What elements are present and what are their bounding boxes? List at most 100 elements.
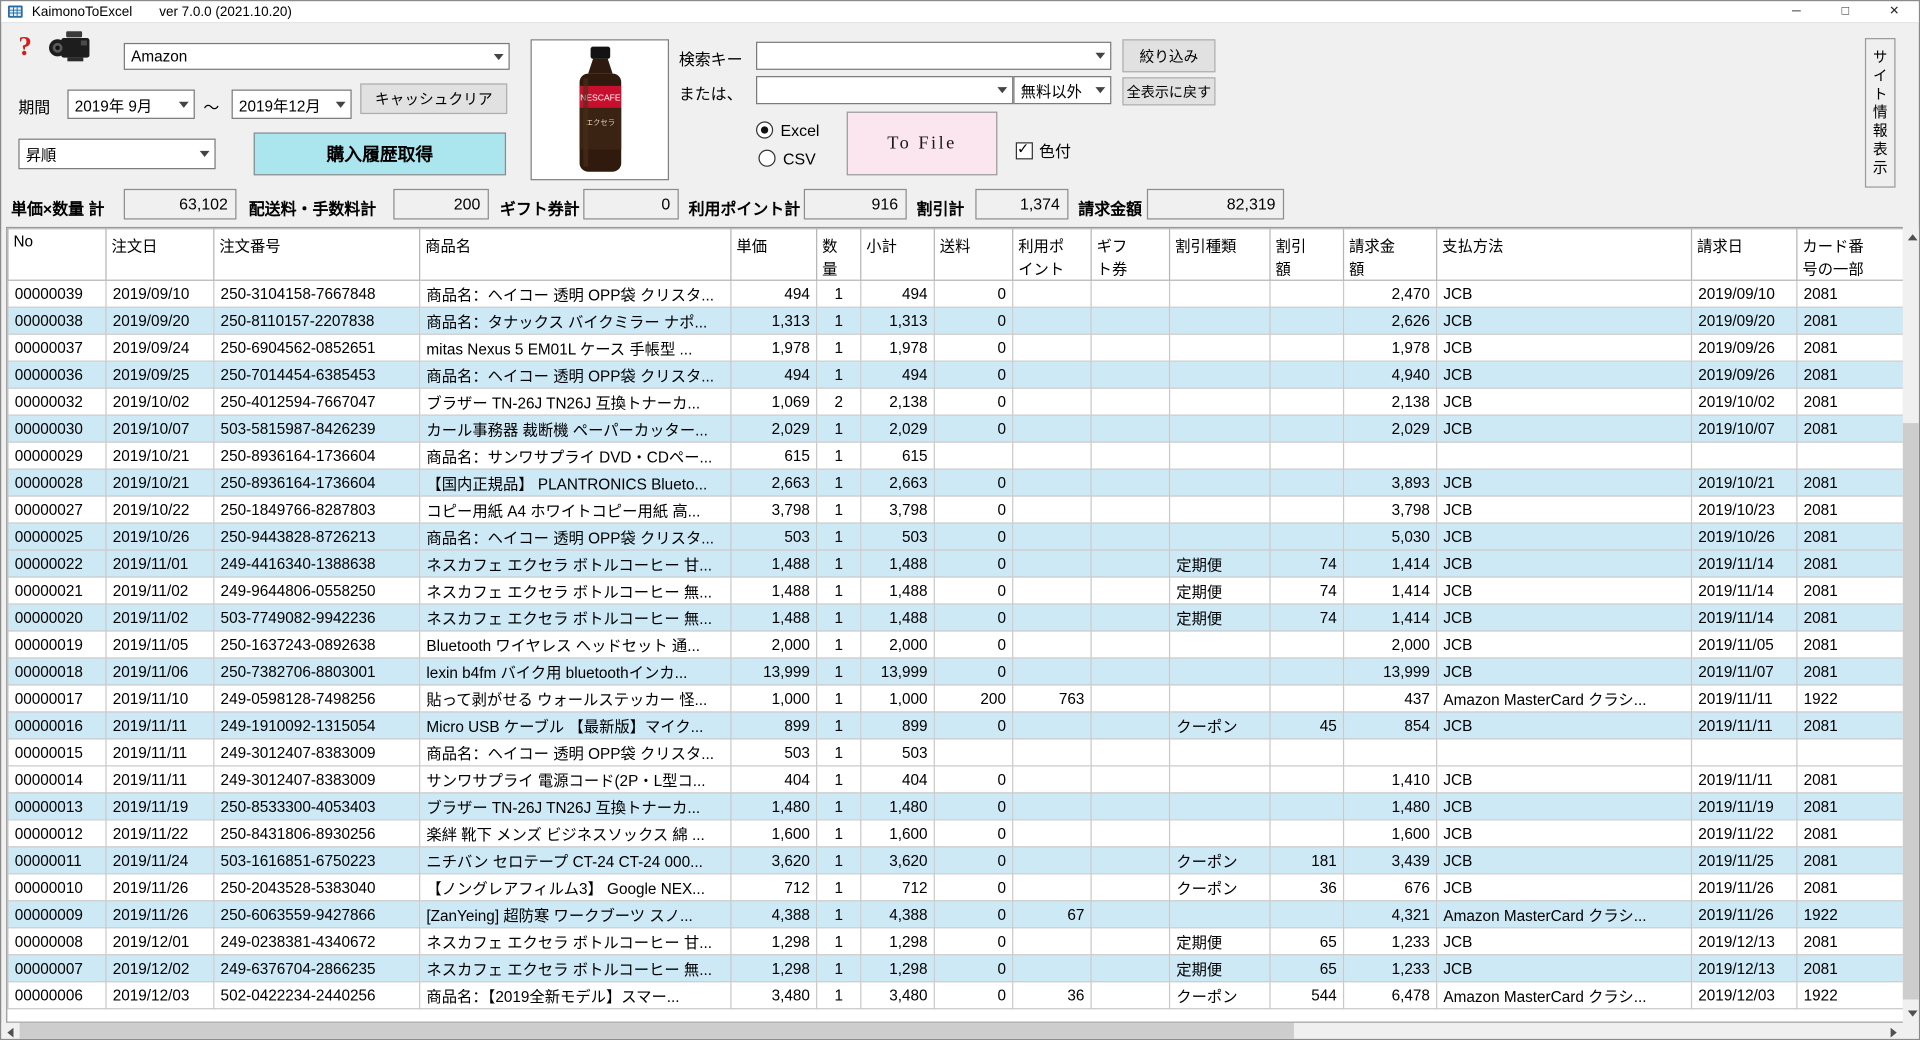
table-row[interactable]: 000000222019/11/01249-4416340-1388638ネスカ… [8,550,1903,577]
table-row[interactable]: 000000112019/11/24503-1616851-6750223ニチバ… [8,847,1903,874]
table-cell: JCB [1437,550,1692,577]
horizontal-scroll-thumb[interactable] [20,1023,1294,1040]
table-row[interactable]: 000000082019/12/01249-0238381-4340672ネスカ… [8,928,1903,955]
column-header[interactable]: 商品名 [420,229,731,281]
table-row[interactable]: 000000272019/10/22250-1849766-8287803コピー… [8,496,1903,523]
colorize-checkbox[interactable]: 色付 [1016,139,1071,164]
show-all-button[interactable]: 全表示に戻す [1122,77,1215,105]
table-row[interactable]: 000000362019/09/25250-7014454-6385453商品名… [8,361,1903,388]
column-header[interactable]: 請求金 額 [1344,229,1437,281]
table-cell: 2019/09/20 [1692,307,1797,334]
table-cell: JCB [1437,334,1692,361]
horizontal-scrollbar[interactable] [1,1023,1903,1040]
sort-order-select[interactable]: 昇順 [18,139,215,170]
table-cell: 1,000 [731,685,817,712]
or-search-input[interactable] [756,76,1013,104]
table-cell: 250-3104158-7667848 [214,280,420,307]
search-key-input[interactable] [756,42,1111,70]
table-row[interactable]: 000000132019/11/19250-8533300-4053403ブラザ… [8,793,1903,820]
column-header[interactable]: ギフ ト券 [1091,229,1169,281]
table-row[interactable]: 000000392019/09/10250-3104158-7667848商品名… [8,280,1903,307]
table-row[interactable]: 000000382019/09/20250-8110157-2207838商品名… [8,307,1903,334]
table-row[interactable]: 000000192019/11/05250-1637243-0892638Blu… [8,631,1903,658]
table-row[interactable]: 000000322019/10/02250-4012594-7667047ブラザ… [8,388,1903,415]
cache-clear-button[interactable]: キャッシュクリア [360,83,507,114]
table-cell: 1,488 [861,604,935,631]
free-filter-select[interactable]: 無料以外 [1013,76,1111,104]
csv-radio[interactable]: CSV [758,148,815,170]
fetch-history-button[interactable]: 購入履歴取得 [254,132,506,175]
column-header[interactable]: 注文日 [106,229,214,281]
table-cell [1013,820,1091,847]
table-cell: 1 [817,658,861,685]
table-row[interactable]: 000000142019/11/11249-3012407-8383009サンワ… [8,766,1903,793]
scroll-up-button[interactable] [1903,227,1920,247]
table-cell [1270,766,1344,793]
table-row[interactable]: 000000252019/10/26250-9443828-8726213商品名… [8,523,1903,550]
period-to-select[interactable]: 2019年12月 [232,90,352,119]
column-header[interactable]: カード番 号の一部 [1797,229,1903,281]
table-cell: カール事務器 裁断機 ペーパーカッター... [420,415,731,442]
table-row[interactable]: 000000302019/10/07503-5815987-8426239カール… [8,415,1903,442]
maximize-button[interactable]: □ [1821,1,1870,22]
chevron-down-icon [493,53,503,59]
table-cell: 1 [817,442,861,469]
column-header[interactable]: 割引種類 [1170,229,1270,281]
column-header[interactable]: No [8,229,106,281]
table-cell [1091,523,1169,550]
column-header[interactable]: 数 量 [817,229,861,281]
table-row[interactable]: 000000092019/11/26250-6063559-9427866[Za… [8,901,1903,928]
close-button[interactable]: ✕ [1870,1,1919,22]
site-info-button[interactable]: サイト情報表示 [1865,38,1896,188]
table-row[interactable]: 000000072019/12/02249-6376704-2866235ネスカ… [8,955,1903,982]
table-row[interactable]: 000000282019/10/21250-8936164-1736604【国内… [8,469,1903,496]
table-cell: JCB [1437,361,1692,388]
table-row[interactable]: 000000122019/11/22250-8431806-8930256楽絆 … [8,820,1903,847]
excel-radio[interactable]: Excel [756,120,819,142]
table-row[interactable]: 000000202019/11/02503-7749082-9942236ネスカ… [8,604,1903,631]
scroll-left-button[interactable] [1,1023,19,1040]
table-row[interactable]: 000000212019/11/02249-9644806-0558250ネスカ… [8,577,1903,604]
column-header[interactable]: 割引 額 [1270,229,1344,281]
column-header[interactable]: 単価 [731,229,817,281]
table-cell [1270,901,1344,928]
table-row[interactable]: 000000372019/09/24250-6904562-0852651mit… [8,334,1903,361]
table-cell: 00000020 [8,604,106,631]
column-header[interactable]: 送料 [934,229,1012,281]
column-header[interactable]: 請求日 [1692,229,1797,281]
table-cell: 2081 [1797,766,1903,793]
table-cell: 250-9443828-8726213 [214,523,420,550]
help-button[interactable]: ? [18,31,31,63]
site-select[interactable]: Amazon [124,43,510,70]
table-row[interactable]: 000000152019/11/11249-3012407-8383009商品名… [8,739,1903,766]
scroll-right-button[interactable] [1885,1023,1903,1040]
filter-button[interactable]: 絞り込み [1122,39,1215,72]
table-cell: 4,940 [1344,361,1437,388]
table-cell: Amazon MasterCard クラシ... [1437,901,1692,928]
table-row[interactable]: 000000062019/12/03502-0422234-2440256商品名… [8,982,1903,1009]
to-file-button[interactable]: To File [847,112,998,176]
table-cell: 定期便 [1170,928,1270,955]
table-cell: 2019/09/26 [1692,334,1797,361]
table-row[interactable]: 000000182019/11/06250-7382706-8803001lex… [8,658,1903,685]
minimize-button[interactable]: ─ [1772,1,1821,22]
scroll-down-button[interactable] [1903,1003,1920,1023]
column-header[interactable]: 利用ポ イント [1013,229,1091,281]
column-header[interactable]: 注文番号 [214,229,420,281]
window-version: ver 7.0.0 (2021.10.20) [159,4,292,19]
period-from-select[interactable]: 2019年 9月 [67,90,194,119]
table-row[interactable]: 000000102019/11/26250-2043528-5383040【ノン… [8,874,1903,901]
table-cell: 2019/09/20 [106,307,214,334]
vertical-scroll-thumb[interactable] [1903,423,1920,999]
column-header[interactable]: 小計 [861,229,935,281]
table-row[interactable]: 000000292019/10/21250-8936164-1736604商品名… [8,442,1903,469]
vertical-scrollbar[interactable] [1903,227,1920,1023]
table-row[interactable]: 000000172019/11/10249-0598128-7498256貼って… [8,685,1903,712]
table-cell [1270,334,1344,361]
table-cell: 00000018 [8,658,106,685]
table-cell [1013,874,1091,901]
table-row[interactable]: 000000162019/11/11249-1910092-1315054Mic… [8,712,1903,739]
column-header[interactable]: 支払方法 [1437,229,1692,281]
table-cell: クーポン [1170,712,1270,739]
table-cell: 2,663 [731,469,817,496]
